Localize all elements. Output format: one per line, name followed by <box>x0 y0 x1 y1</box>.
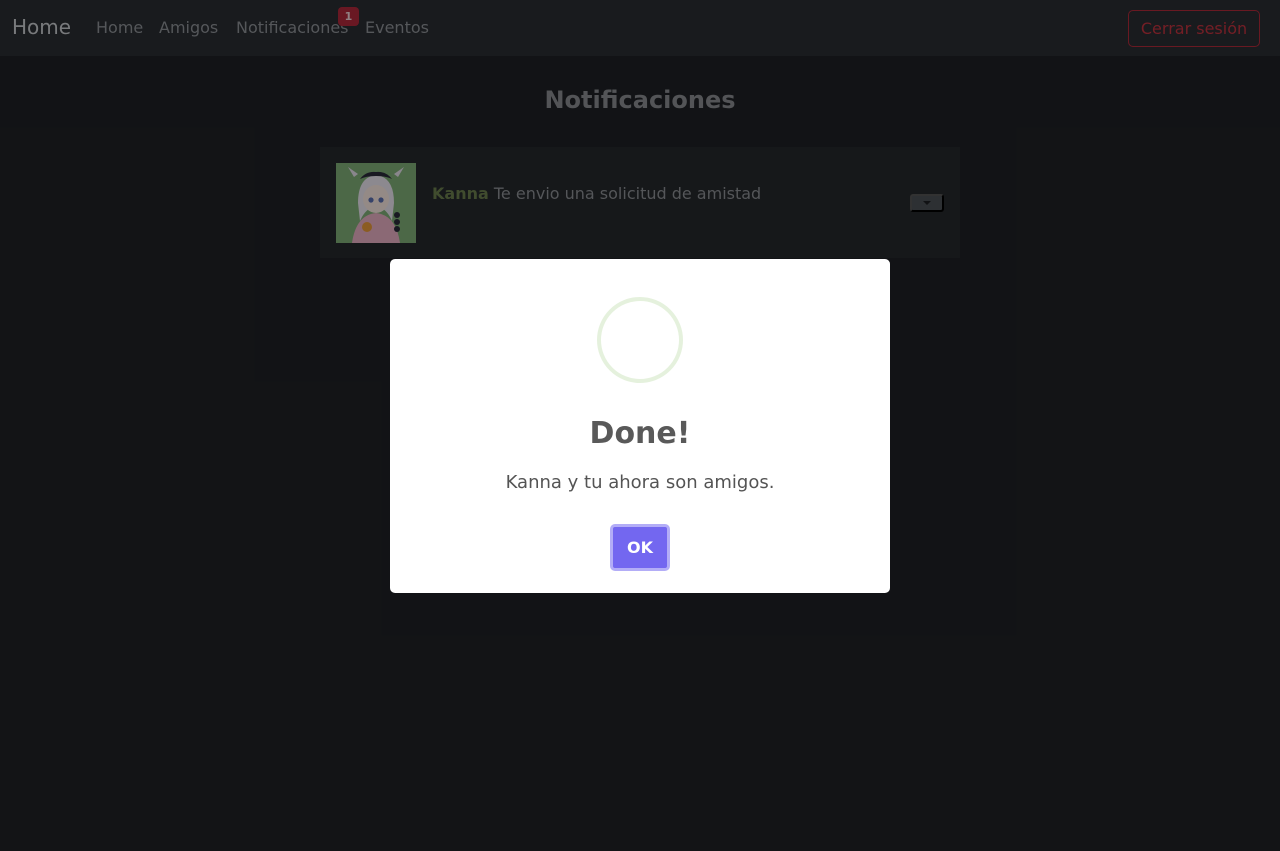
dialog-message: Kanna y tu ahora son amigos. <box>505 472 775 493</box>
success-icon <box>597 297 683 383</box>
success-dialog: Done! Kanna y tu ahora son amigos. OK <box>390 259 890 593</box>
ok-button[interactable]: OK <box>610 524 670 571</box>
dialog-title: Done! <box>589 416 691 451</box>
